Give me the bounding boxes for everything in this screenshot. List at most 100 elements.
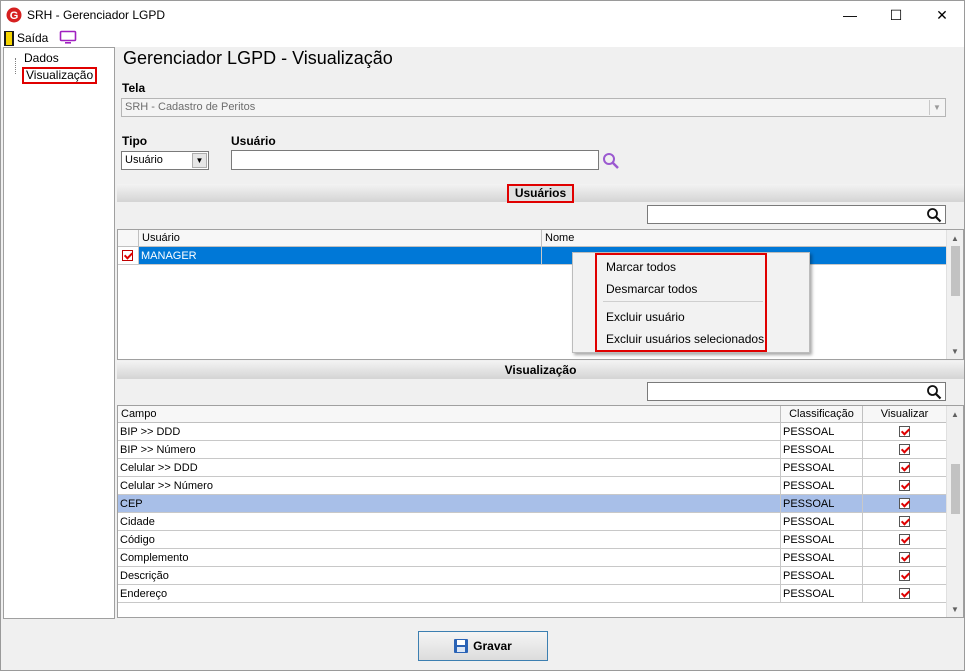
row-checkbox[interactable] [122,250,133,261]
window-title: SRH - Gerenciador LGPD [27,8,166,22]
visualizar-checkbox[interactable] [899,480,910,491]
usuarios-scrollbar[interactable]: ▲ ▼ [946,230,963,359]
classificacao-cell: PESSOAL [781,567,863,585]
exit-menu-item[interactable]: Saída [4,30,48,46]
header-classificacao[interactable]: Classificação [781,406,863,423]
table-row[interactable]: Endereço PESSOAL [118,585,947,603]
floppy-disk-icon [454,639,469,653]
visualizar-cell [863,423,947,441]
table-row[interactable]: Celular >> Número PESSOAL [118,477,947,495]
navigation-tree: Dados Visualização [3,47,115,619]
visualizar-checkbox[interactable] [899,462,910,473]
page-title: Gerenciador LGPD - Visualização [123,48,393,68]
menu-bar: Saída [1,29,964,47]
tela-label: Tela [122,81,146,95]
scroll-thumb[interactable] [951,246,960,296]
chevron-down-icon[interactable]: ▼ [192,153,207,168]
table-row[interactable]: Descrição PESSOAL [118,567,947,585]
usuarios-grid: Usuário Nome MANAGER ▲ ▼ [117,229,964,360]
visualizar-checkbox[interactable] [899,570,910,581]
visualizar-cell [863,495,947,513]
exit-label: Saída [17,31,49,45]
visualizar-cell [863,459,947,477]
classificacao-cell: PESSOAL [781,441,863,459]
chevron-down-icon[interactable]: ▼ [929,100,944,115]
search-icon[interactable] [602,152,620,170]
table-row[interactable]: MANAGER [118,247,947,265]
menu-item-marcar-todos[interactable]: Marcar todos [606,260,676,274]
visualizacao-grid: Campo Classificação Visualizar BIP >> DD… [117,405,964,618]
visualizacao-search-input[interactable] [647,382,946,401]
maximize-button[interactable]: ☐ [873,1,919,29]
menu-item-excluir-usuario[interactable]: Excluir usuário [606,310,685,324]
scroll-down-icon[interactable]: ▼ [947,343,963,359]
app-logo-icon: G [6,7,22,23]
tree-item-visualizacao[interactable]: Visualização [22,67,98,84]
visualizar-cell [863,567,947,585]
visualizar-checkbox[interactable] [899,588,910,599]
usuarios-search-input[interactable] [647,205,946,224]
table-row-highlighted[interactable]: CEP PESSOAL [118,495,947,513]
campo-cell: Celular >> DDD [118,459,781,477]
app-window: G SRH - Gerenciador LGPD — ☐ ✕ Saída Dad… [0,0,965,671]
usuarios-section-header: Usuários [117,183,964,203]
minimize-button[interactable]: — [827,1,873,29]
tipo-select-value: Usuário [125,154,163,166]
visualizar-checkbox[interactable] [899,426,910,437]
visualizar-cell [863,531,947,549]
tree-item-dados[interactable]: Dados [24,51,59,65]
menu-separator [603,301,763,302]
classificacao-cell: PESSOAL [781,513,863,531]
campo-cell: Complemento [118,549,781,567]
usuario-label: Usuário [231,134,276,148]
table-row[interactable]: Cidade PESSOAL [118,513,947,531]
header-usuario[interactable]: Usuário [139,230,542,247]
visualizar-checkbox[interactable] [899,534,910,545]
scroll-up-icon[interactable]: ▲ [947,230,963,246]
tipo-select[interactable]: Usuário ▼ [121,151,209,170]
table-row[interactable]: Complemento PESSOAL [118,549,947,567]
tela-select[interactable]: SRH - Cadastro de Peritos ▼ [121,98,946,117]
table-row[interactable]: BIP >> Número PESSOAL [118,441,947,459]
minimize-icon: — [843,7,857,23]
classificacao-cell: PESSOAL [781,423,863,441]
visualizar-cell [863,549,947,567]
campo-cell: Endereço [118,585,781,603]
svg-text:G: G [10,10,19,22]
save-button[interactable]: Gravar [418,631,548,661]
search-icon[interactable] [926,207,942,223]
campo-cell: Código [118,531,781,549]
usuario-input[interactable] [231,150,599,170]
close-button[interactable]: ✕ [919,1,965,29]
visualizar-checkbox[interactable] [899,498,910,509]
campo-cell: Descrição [118,567,781,585]
tipo-label: Tipo [122,134,148,148]
scroll-up-icon[interactable]: ▲ [947,406,963,422]
visualizar-cell [863,441,947,459]
table-row[interactable]: BIP >> DDD PESSOAL [118,423,947,441]
campo-cell: CEP [118,495,781,513]
visualizar-cell [863,477,947,495]
monitor-icon[interactable] [59,30,77,45]
scroll-down-icon[interactable]: ▼ [947,601,963,617]
header-nome[interactable]: Nome [542,230,947,247]
table-row[interactable]: Celular >> DDD PESSOAL [118,459,947,477]
visualizacao-scrollbar[interactable]: ▲ ▼ [946,406,963,617]
visualizar-checkbox[interactable] [899,516,910,527]
visualizar-checkbox[interactable] [899,444,910,455]
close-icon: ✕ [936,6,948,23]
header-visualizar[interactable]: Visualizar [863,406,947,423]
scroll-thumb[interactable] [951,464,960,514]
usuario-cell: MANAGER [139,247,542,265]
header-campo[interactable]: Campo [118,406,781,423]
table-row[interactable]: Código PESSOAL [118,531,947,549]
row-check-cell [118,247,139,265]
visualizar-checkbox[interactable] [899,552,910,563]
save-button-label: Gravar [473,639,512,653]
search-icon[interactable] [926,384,942,400]
menu-item-excluir-selecionados[interactable]: Excluir usuários selecionados [606,332,764,346]
menu-item-desmarcar-todos[interactable]: Desmarcar todos [606,282,697,296]
visualizar-cell [863,585,947,603]
classificacao-cell: PESSOAL [781,477,863,495]
context-menu: Marcar todos Desmarcar todos Excluir usu… [572,252,810,353]
